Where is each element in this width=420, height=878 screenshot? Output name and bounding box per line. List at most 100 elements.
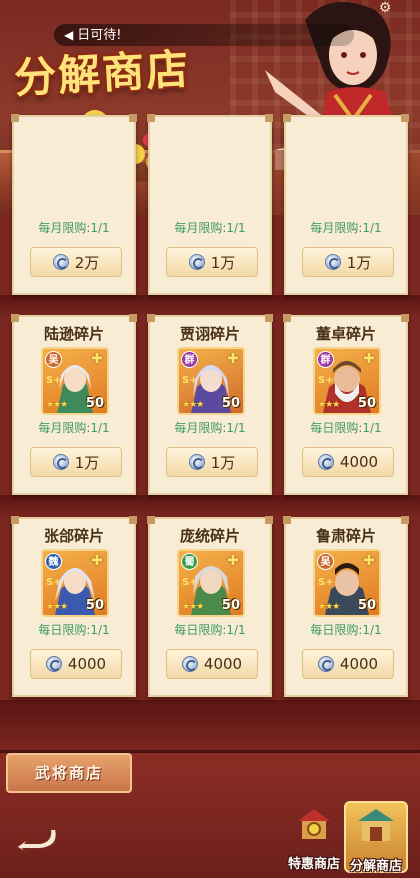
faction-badge: 吴: [45, 351, 62, 368]
purchase-limit: 每月限购:1/1: [38, 421, 110, 435]
buy-button[interactable]: 4000: [166, 649, 258, 679]
item-name: 张郃碎片: [43, 527, 104, 545]
star-rank: S+: [46, 577, 62, 588]
hero-level: 50: [85, 396, 104, 411]
hero-level: 50: [85, 598, 104, 613]
star-rank: S+: [318, 375, 334, 386]
price-label: 4000: [339, 655, 379, 673]
item-name: 董卓碎片: [315, 325, 376, 343]
hero-portrait: 蜀 ✚ S+ ★★★ 50: [177, 549, 245, 617]
currency-icon: [188, 454, 205, 470]
hero-portrait: 群 ✚ S+ ★★★ 50: [313, 347, 381, 415]
star-rank: S+: [318, 577, 334, 588]
shop-item-card[interactable]: 庞统碎片 蜀 ✚ S+ ★★★ 50 每日限购:1/1 4000: [147, 516, 273, 697]
currency-icon: [52, 454, 69, 470]
price-label: 1万: [210, 253, 236, 272]
fragment-icon: ✚: [227, 553, 239, 569]
star-rating: ★★★: [46, 400, 68, 410]
faction-badge: 吴: [317, 553, 334, 570]
currency-icon: [181, 656, 198, 672]
shop-item-card[interactable]: 陆逊碎片 吴 ✚ S+ ★★★ 50 每月限购:1/1 1万: [11, 314, 137, 495]
star-rating: ★★★: [318, 602, 340, 612]
fragment-icon: ✚: [363, 553, 375, 569]
hero-level: 50: [357, 396, 376, 411]
faction-badge: 蜀: [181, 553, 198, 570]
hero-portrait: 吴 ✚ S+ ★★★ 50: [313, 549, 381, 617]
speaker-icon: ◀: [64, 28, 74, 42]
shop-item-card[interactable]: 每月限购:1/1 1万: [147, 114, 273, 295]
hero-level: 50: [221, 598, 240, 613]
purchase-limit: 每日限购:1/1: [310, 421, 382, 435]
item-name: 鲁肃碎片: [315, 527, 376, 545]
price-label: 1万: [210, 453, 236, 472]
buy-button[interactable]: 1万: [166, 247, 258, 277]
row-divider: [0, 700, 420, 750]
row-divider: [0, 295, 420, 317]
currency-icon: [317, 454, 334, 470]
fragment-icon: ✚: [363, 351, 375, 367]
star-rank: S+: [182, 577, 198, 588]
item-name: 陆逊碎片: [43, 325, 104, 343]
buy-button[interactable]: 2万: [30, 247, 122, 277]
shop-item-card[interactable]: 鲁肃碎片 吴 ✚ S+ ★★★ 50 每日限购:1/1 4000: [283, 516, 409, 697]
currency-icon: [52, 254, 69, 270]
price-label: 4000: [67, 655, 107, 673]
general-shop-tab[interactable]: 武将商店: [6, 753, 132, 793]
star-rank: S+: [46, 375, 62, 386]
shop-item-card[interactable]: 每月限购:1/1 1万: [283, 114, 409, 295]
buy-button[interactable]: 1万: [30, 447, 122, 477]
fragment-icon: ✚: [91, 351, 103, 367]
purchase-limit: 每日限购:1/1: [38, 623, 110, 637]
shop-item-card[interactable]: 张郃碎片 魏 ✚ S+ ★★★ 50 每日限购:1/1 4000: [11, 516, 137, 697]
nav-label: 特惠商店: [287, 857, 340, 872]
currency-icon: [45, 656, 62, 672]
hero-portrait: 魏 ✚ S+ ★★★ 50: [41, 549, 109, 617]
purchase-limit: 每月限购:1/1: [38, 221, 110, 235]
hero-portrait: 群 ✚ S+ ★★★ 50: [177, 347, 245, 415]
currency-icon: [188, 254, 205, 270]
star-rating: ★★★: [46, 602, 68, 612]
faction-badge: 魏: [45, 553, 62, 570]
price-label: 4000: [203, 655, 243, 673]
purchase-limit: 每月限购:1/1: [174, 221, 246, 235]
shop-item-card[interactable]: 董卓碎片 群 ✚ S+ ★★★ 50 每日限购:1/1 4000: [283, 314, 409, 495]
nav-discount-shop[interactable]: 特惠商店: [282, 801, 346, 873]
purchase-limit: 每月限购:1/1: [174, 421, 246, 435]
hero-portrait: 吴 ✚ S+ ★★★ 50: [41, 347, 109, 415]
bottom-bar: 武将商店 特惠商店 分解商店: [0, 750, 420, 878]
settings-icon[interactable]: ⚙: [372, 0, 398, 16]
nav-label: 分解商店: [349, 859, 402, 874]
buy-button[interactable]: 1万: [166, 447, 258, 477]
buy-button[interactable]: 4000: [30, 649, 122, 679]
shop-grid: 每月限购:1/1 2万 每月限购:1/1 1万 每月限购:1/1 1万 陆逊碎片…: [0, 114, 420, 750]
buy-button[interactable]: 1万: [302, 247, 394, 277]
item-name: 庞统碎片: [179, 527, 240, 545]
star-rank: S+: [182, 375, 198, 386]
price-label: 2万: [74, 253, 100, 272]
purchase-limit: 每日限购:1/1: [310, 623, 382, 637]
purchase-limit: 每日限购:1/1: [174, 623, 246, 637]
shop-item-card[interactable]: 每月限购:1/1 2万: [11, 114, 137, 295]
price-label: 1万: [74, 453, 100, 472]
shop-title: 分解商店: [12, 44, 192, 103]
nav-decompose-shop[interactable]: 分解商店: [344, 801, 408, 874]
buy-button[interactable]: 4000: [302, 649, 394, 679]
fragment-icon: ✚: [91, 553, 103, 569]
faction-badge: 群: [181, 351, 198, 368]
shop-item-card[interactable]: 贾诩碎片 群 ✚ S+ ★★★ 50 每月限购:1/1 1万: [147, 314, 273, 495]
faction-badge: 群: [317, 351, 334, 368]
fragment-icon: ✚: [227, 351, 239, 367]
price-label: 4000: [339, 453, 379, 471]
price-label: 1万: [346, 253, 372, 272]
purchase-limit: 每月限购:1/1: [310, 221, 382, 235]
currency-icon: [317, 656, 334, 672]
star-rating: ★★★: [318, 400, 340, 410]
currency-icon: [324, 254, 341, 270]
star-rating: ★★★: [182, 602, 204, 612]
buy-button[interactable]: 4000: [302, 447, 394, 477]
hero-level: 50: [221, 396, 240, 411]
item-name: 贾诩碎片: [179, 325, 240, 343]
star-rating: ★★★: [182, 400, 204, 410]
back-arrow-icon[interactable]: [10, 819, 66, 857]
gift-pavilion-icon: [298, 809, 330, 839]
